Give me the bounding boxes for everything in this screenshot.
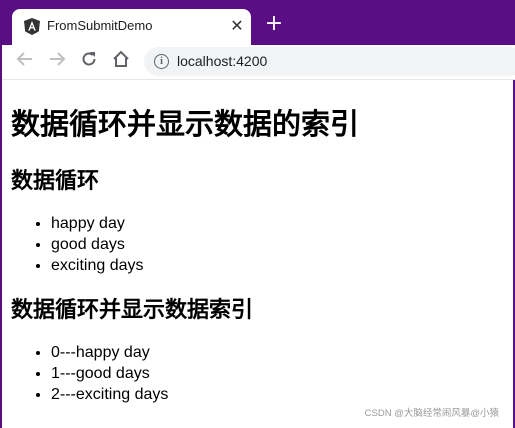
section1-list: happy day good days exciting days xyxy=(11,213,506,276)
angular-favicon-icon xyxy=(24,18,40,35)
browser-toolbar: i localhost:4200 xyxy=(2,45,515,80)
list-item: good days xyxy=(51,234,506,255)
list-item: happy day xyxy=(51,213,506,234)
section2-list: 0---happy day 1---good days 2---exciting… xyxy=(11,342,506,405)
list-item: 0---happy day xyxy=(51,342,506,363)
browser-window: FromSubmitDemo ✕ + i localhost:4200 数据循环… xyxy=(0,0,515,428)
info-icon[interactable]: i xyxy=(154,54,169,69)
watermark: CSDN @大脑经常闹风暴@小猿 xyxy=(364,408,499,419)
section1-heading: 数据循环 xyxy=(11,169,100,194)
back-arrow-icon[interactable] xyxy=(14,50,36,72)
url-text: localhost:4200 xyxy=(177,53,268,69)
section2-heading: 数据循环并显示数据索引 xyxy=(11,298,254,323)
tab-title: FromSubmitDemo xyxy=(47,18,153,33)
browser-tab[interactable]: FromSubmitDemo ✕ xyxy=(12,9,251,45)
address-bar[interactable]: i localhost:4200 xyxy=(144,47,515,76)
new-tab-icon[interactable]: + xyxy=(264,13,284,35)
close-tab-icon[interactable]: ✕ xyxy=(228,16,246,36)
list-item: exciting days xyxy=(51,255,506,276)
page-content: 数据循环并显示数据的索引 数据循环 happy day good days ex… xyxy=(11,104,506,405)
home-icon[interactable] xyxy=(110,50,132,72)
page-title: 数据循环并显示数据的索引 xyxy=(11,107,360,141)
reload-icon[interactable] xyxy=(78,50,100,72)
forward-arrow-icon[interactable] xyxy=(46,50,68,72)
tab-strip: FromSubmitDemo ✕ + xyxy=(2,0,515,45)
list-item: 2---exciting days xyxy=(51,384,506,405)
list-item: 1---good days xyxy=(51,363,506,384)
